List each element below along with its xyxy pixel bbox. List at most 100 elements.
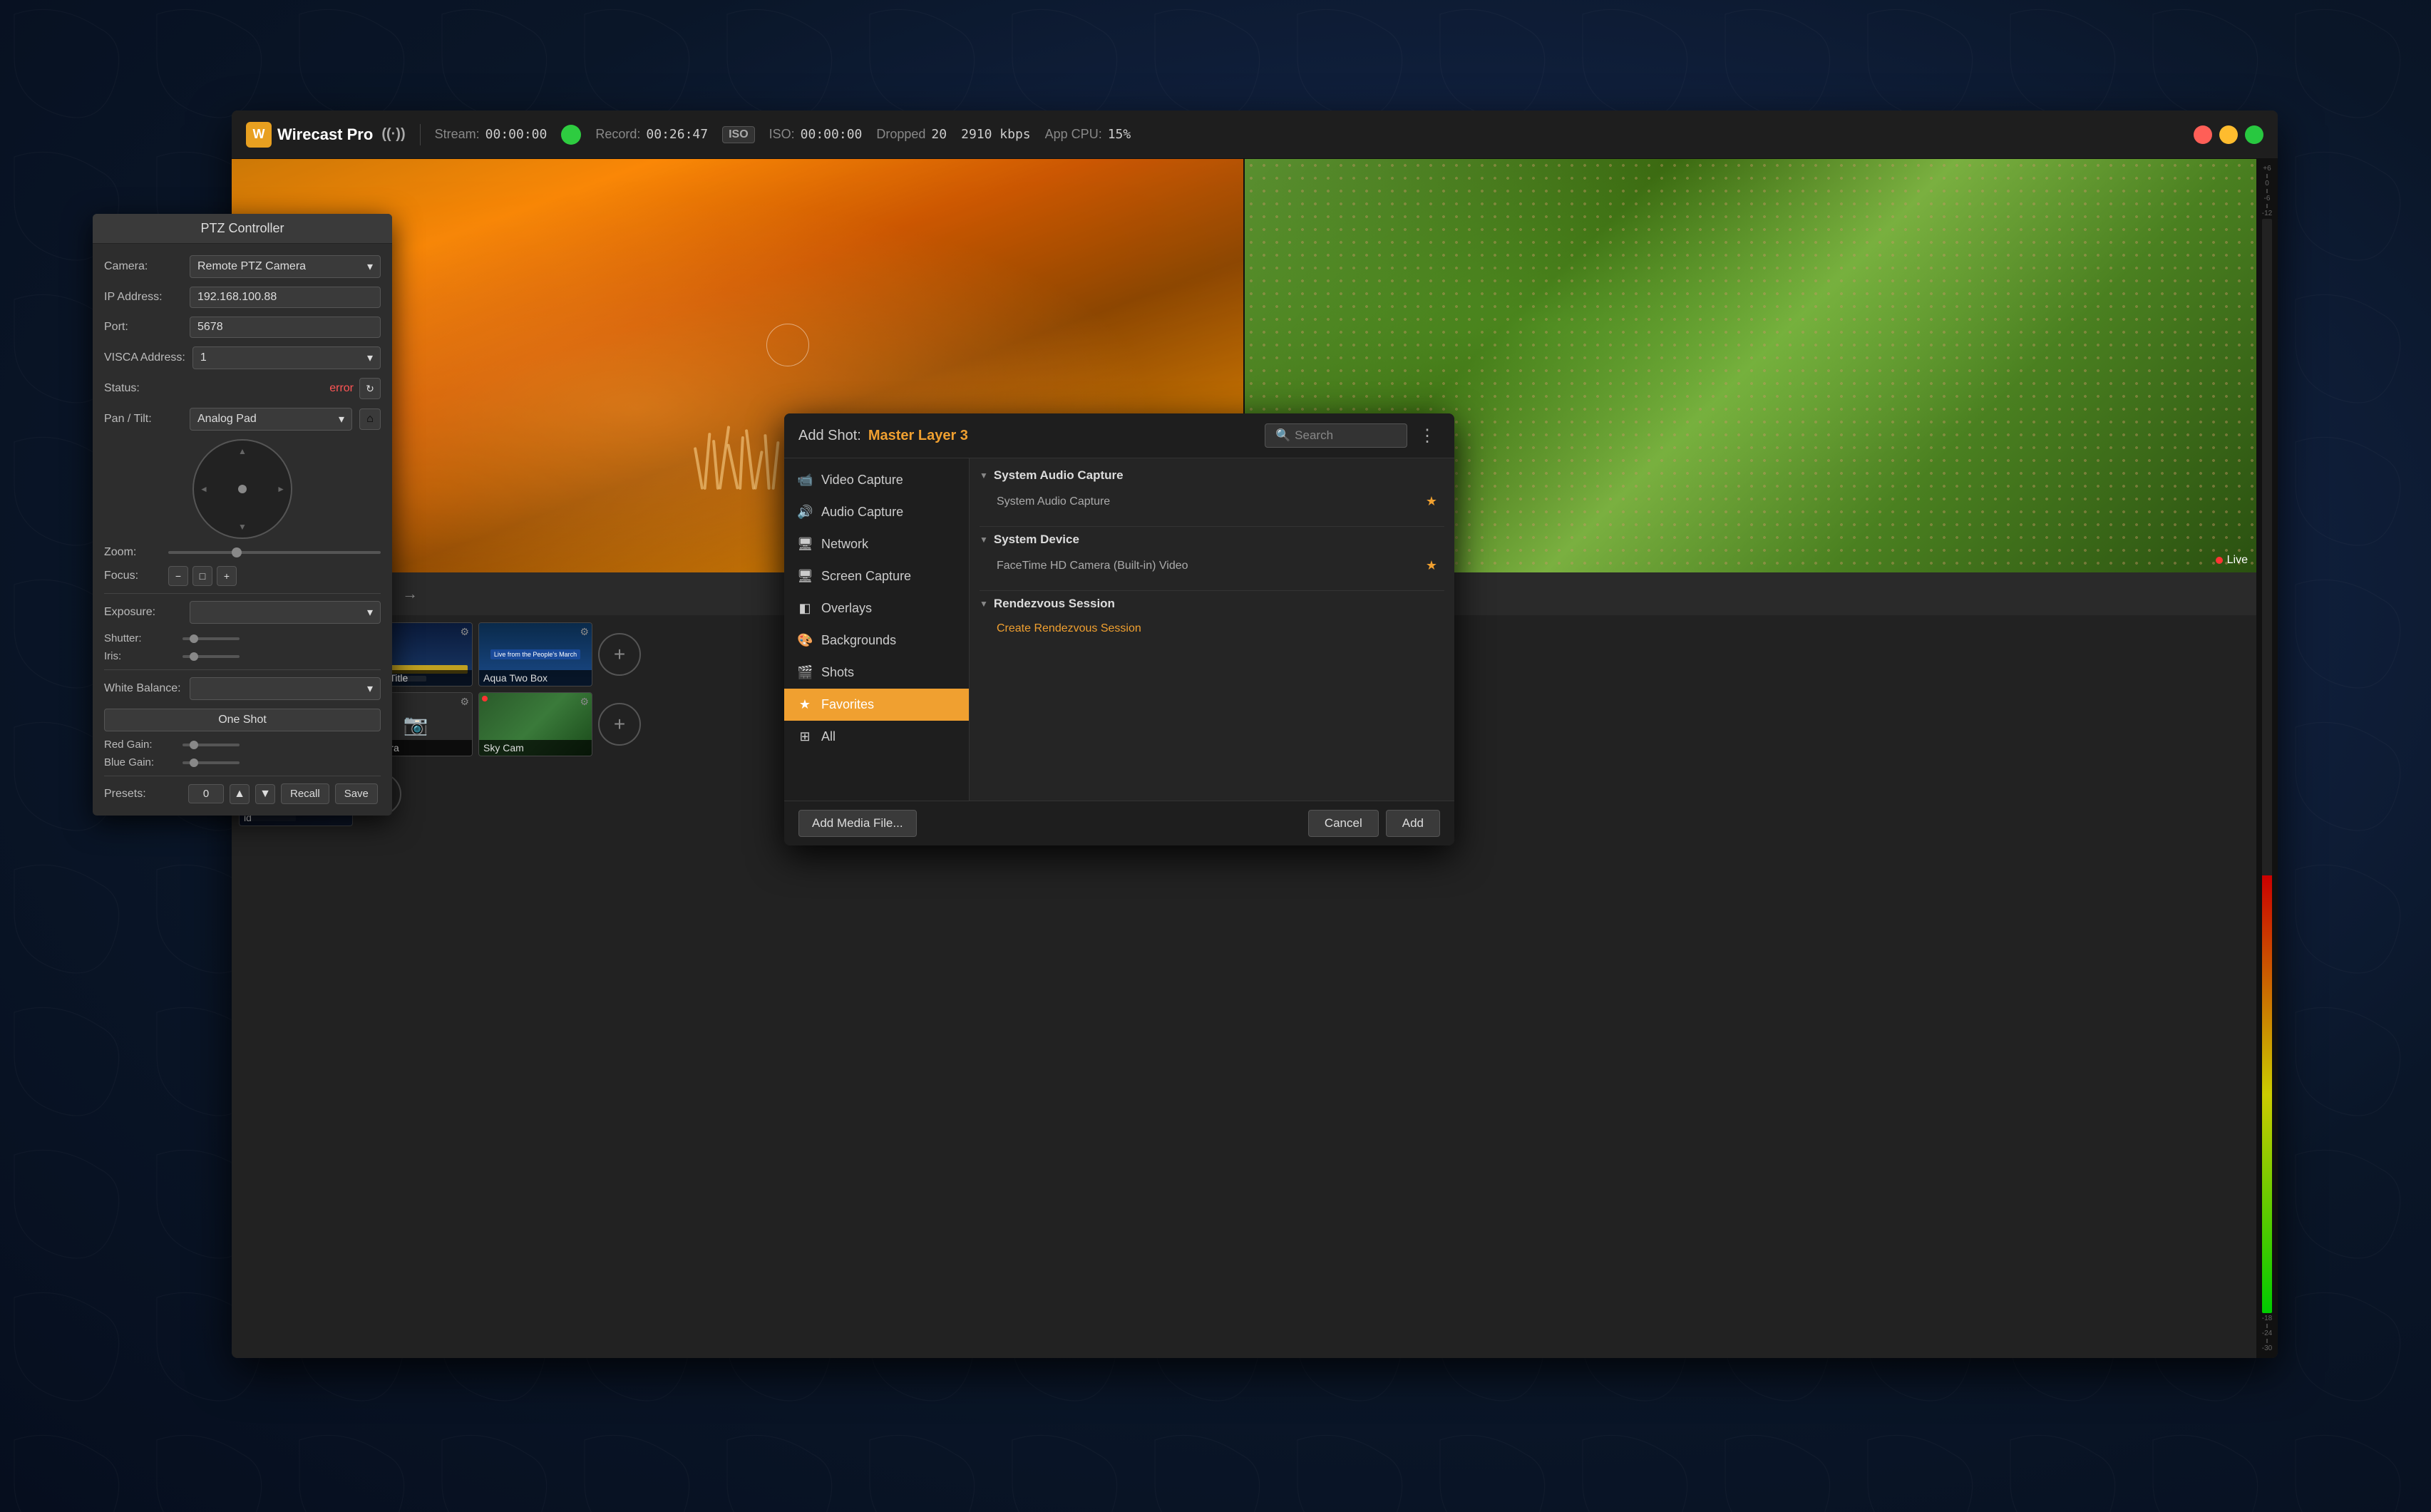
ptz-pan-tilt-select[interactable]: Analog Pad ▾ [190, 408, 352, 431]
ptz-arrow-up: ▲ [238, 446, 247, 456]
ptz-red-gain-row: Red Gain: [104, 739, 381, 751]
ptz-presets-row: Presets: 0 ▲ ▼ Recall Save [104, 783, 381, 804]
ptz-exposure-select[interactable]: ▾ [190, 601, 381, 624]
ptz-preset-up[interactable]: ▲ [230, 784, 250, 804]
ptz-iris-slider[interactable] [183, 655, 240, 658]
ptz-visca-row: VISCA Address: 1 ▾ [104, 346, 381, 369]
ptz-blue-gain-row: Blue Gain: [104, 756, 381, 768]
sidebar-item-audio-capture[interactable]: 🔊 Audio Capture [784, 496, 969, 528]
ptz-wb-select[interactable]: ▾ [190, 677, 381, 700]
group-arrow: ▼ [980, 470, 988, 480]
sky-cam-live-dot [482, 696, 488, 701]
ptz-visca-select[interactable]: 1 ▾ [192, 346, 381, 369]
ptz-shutter-thumb [190, 634, 198, 643]
close-button[interactable] [2194, 125, 2212, 144]
audio-capture-icon: 🔊 [797, 505, 813, 520]
shot-label: Aqua Two Box [479, 670, 592, 686]
record-stat: Record: 00:26:47 [595, 127, 708, 142]
cancel-button[interactable]: Cancel [1308, 810, 1379, 837]
chevron-down-icon: ▾ [367, 351, 373, 365]
one-shot-button[interactable]: One Shot [104, 709, 381, 731]
dialog-title: Add Shot: [798, 428, 861, 444]
ptz-focus-minus[interactable]: − [168, 566, 188, 586]
dialog-layer-name: Master Layer 3 [868, 428, 968, 444]
ptz-arrow-left: ◄ [200, 484, 208, 494]
ptz-ip-input[interactable]: 192.168.100.88 [190, 287, 381, 308]
dialog-search[interactable]: 🔍 Search [1265, 423, 1407, 448]
sep1 [420, 124, 421, 145]
item-create-rendezvous[interactable]: Create Rendezvous Session [980, 617, 1444, 641]
ptz-pan-tilt-label: Pan / Tilt: [104, 413, 183, 426]
dialog-content: ▼ System Audio Capture System Audio Capt… [970, 458, 1454, 801]
item-system-audio-capture[interactable]: System Audio Capture ★ [980, 488, 1444, 515]
chevron-down-icon: ▾ [339, 412, 344, 426]
ptz-status-row: Status: error ↻ [104, 378, 381, 399]
network-icon: 🖥 [797, 537, 813, 552]
shot-gear-icon[interactable]: ⚙ [460, 626, 469, 638]
sidebar-item-shots[interactable]: 🎬 Shots [784, 657, 969, 689]
add-shot-button-row2[interactable]: + [598, 703, 641, 746]
ptz-focus-plus[interactable]: + [217, 566, 237, 586]
sidebar-item-favorites[interactable]: ★ Favorites [784, 689, 969, 721]
shot-label: Sky Cam [479, 740, 592, 756]
maximize-button[interactable] [2245, 125, 2263, 144]
iso-stat: ISO: 00:00:00 [769, 127, 863, 142]
ptz-joystick-area: ▲ ▼ ◄ ► [104, 439, 381, 539]
ptz-joystick[interactable]: ▲ ▼ ◄ ► [192, 439, 292, 539]
ptz-zoom-row: Zoom: [104, 546, 381, 559]
dialog-footer: Add Media File... Cancel Add [784, 801, 1454, 845]
add-button[interactable]: Add [1386, 810, 1440, 837]
ptz-camera-row: Camera: Remote PTZ Camera ▾ [104, 255, 381, 278]
ptz-iris-row: Iris: [104, 650, 381, 662]
ptz-status-value: error [329, 382, 354, 395]
sidebar-item-video-capture[interactable]: 📹 Video Capture [784, 464, 969, 496]
ptz-blue-gain-slider[interactable] [183, 761, 240, 764]
one-shot-container: One Shot [104, 709, 381, 731]
ptz-recall-button[interactable]: Recall [281, 783, 329, 804]
sidebar-item-backgrounds[interactable]: 🎨 Backgrounds [784, 624, 969, 657]
ptz-presets-label: Presets: [104, 788, 183, 801]
all-icon: ⊞ [797, 729, 813, 744]
item-facetime-camera[interactable]: FaceTime HD Camera (Built-in) Video ★ [980, 552, 1444, 579]
ptz-port-label: Port: [104, 321, 183, 334]
backgrounds-icon: 🎨 [797, 633, 813, 648]
ptz-camera-label: Camera: [104, 260, 183, 273]
ptz-title-bar: PTZ Controller [93, 214, 392, 244]
ptz-presets-input[interactable]: 0 [188, 784, 224, 803]
group-rendezvous: ▼ Rendezvous Session Create Rendezvous S… [980, 597, 1444, 641]
sidebar-item-overlays[interactable]: ◧ Overlays [784, 592, 969, 624]
sidebar-item-network[interactable]: 🖥 Network [784, 528, 969, 560]
ptz-save-button[interactable]: Save [335, 783, 378, 804]
star-facetime[interactable]: ★ [1426, 558, 1437, 573]
logo-icon: W [246, 122, 272, 148]
shot-gear-icon[interactable]: ⚙ [580, 696, 589, 708]
ptz-camera-select[interactable]: Remote PTZ Camera ▾ [190, 255, 381, 278]
group-header-system-device: ▼ System Device [980, 533, 1444, 547]
ptz-exposure-label: Exposure: [104, 606, 183, 619]
ptz-zoom-thumb [232, 547, 242, 557]
sidebar-item-all[interactable]: ⊞ All [784, 721, 969, 753]
shot-sky-cam[interactable]: Sky Cam ⚙ [478, 692, 592, 756]
ptz-shutter-slider[interactable] [183, 637, 240, 640]
ptz-red-gain-slider[interactable] [183, 744, 240, 746]
minimize-button[interactable] [2219, 125, 2238, 144]
shot-gear-icon[interactable]: ⚙ [460, 696, 469, 708]
sidebar-item-screen-capture[interactable]: 🖥 Screen Capture [784, 560, 969, 592]
wifi-icon: ((·)) [381, 126, 405, 143]
add-shot-button-row1[interactable]: + [598, 633, 641, 676]
ptz-home-button[interactable]: ⌂ [359, 408, 381, 430]
add-media-file-button[interactable]: Add Media File... [798, 810, 917, 837]
ptz-focus-box[interactable]: □ [192, 566, 212, 586]
shot-aqua-twobox[interactable]: Live from the People's March Aqua Two Bo… [478, 622, 592, 686]
ptz-refresh-button[interactable]: ↻ [359, 378, 381, 399]
ptz-body: Camera: Remote PTZ Camera ▾ IP Address: … [93, 244, 392, 816]
ptz-zoom-slider[interactable] [168, 551, 381, 554]
group-system-audio-capture: ▼ System Audio Capture System Audio Capt… [980, 468, 1444, 515]
dialog-more-button[interactable]: ⋮ [1414, 426, 1440, 446]
shot-gear-icon[interactable]: ⚙ [580, 626, 589, 638]
star-system-audio[interactable]: ★ [1426, 494, 1437, 509]
overlays-icon: ◧ [797, 601, 813, 616]
ptz-port-input[interactable]: 5678 [190, 317, 381, 338]
ptz-preset-down[interactable]: ▼ [255, 784, 275, 804]
ptz-focus-row: Focus: − □ + [104, 566, 381, 586]
